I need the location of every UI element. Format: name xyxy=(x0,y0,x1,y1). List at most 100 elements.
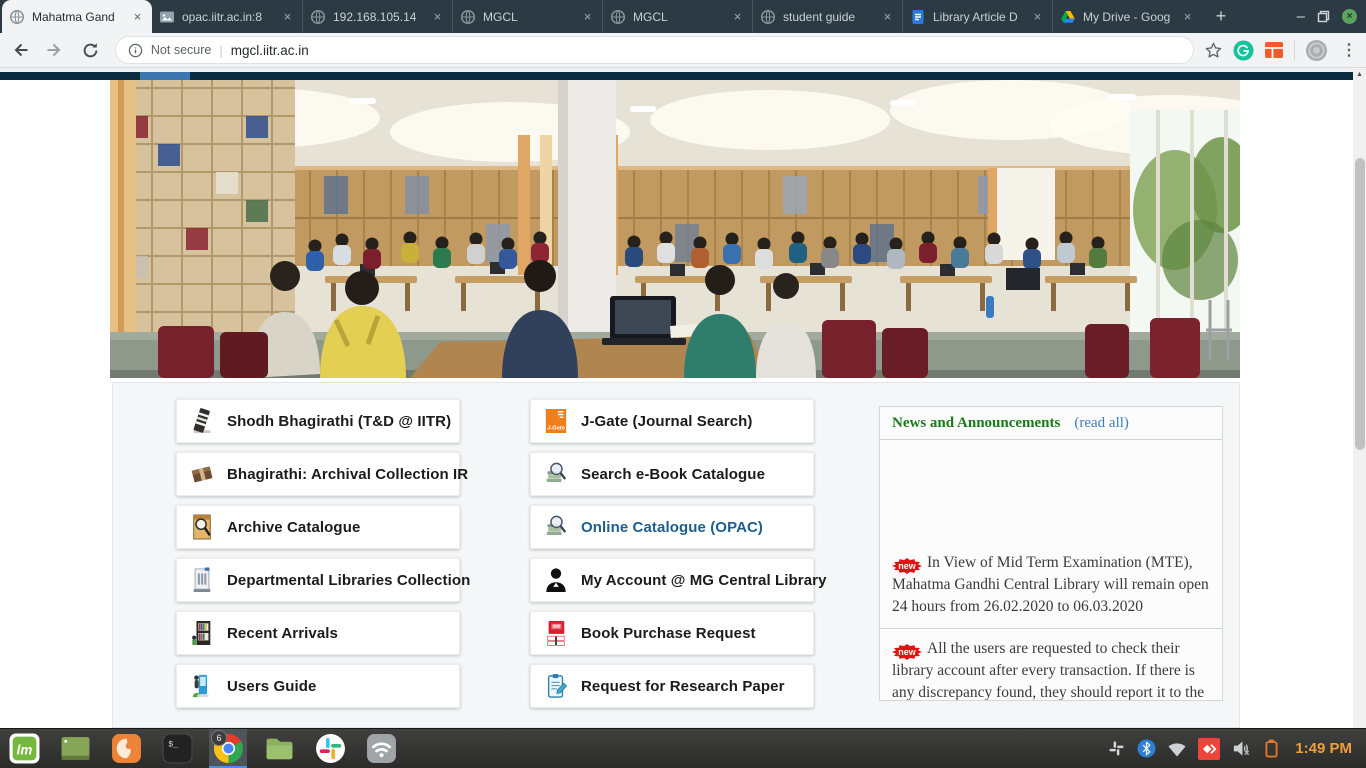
taskbar-slack-button[interactable] xyxy=(311,729,349,768)
back-button[interactable] xyxy=(6,36,35,65)
site-top-bar-accent xyxy=(140,72,190,80)
screen: Mahatma Gand×opac.iitr.ac.in:8×192.168.1… xyxy=(0,0,1366,768)
taskbar-clock[interactable]: 1:49 PM xyxy=(1295,740,1352,757)
close-tab-icon[interactable]: × xyxy=(130,9,145,24)
quick-link-label: Departmental Libraries Collection xyxy=(227,572,470,589)
browser-tab[interactable]: Mahatma Gand× xyxy=(2,0,152,33)
tab-title: Library Article D xyxy=(933,10,1030,24)
quick-link-card[interactable]: Search e-Book Catalogue xyxy=(530,452,814,496)
show-desktop-icon xyxy=(60,733,91,764)
quick-links-left-column: Shodh Bhagirathi (T&D @ IITR) Bhagirathi:… xyxy=(176,399,460,717)
taskbar-network-button[interactable] xyxy=(362,729,400,768)
archive-search-icon xyxy=(190,513,214,541)
quick-link-card[interactable]: Recent Arrivals xyxy=(176,611,460,655)
scrollbar-thumb[interactable] xyxy=(1355,158,1365,450)
tab-title: 192.168.105.14 xyxy=(333,10,430,24)
taskbar-chrome-button[interactable]: 6 xyxy=(209,729,247,768)
minimize-button[interactable]: – xyxy=(1297,12,1305,22)
svg-text:$_: $_ xyxy=(168,739,178,749)
close-tab-icon[interactable]: × xyxy=(580,9,595,24)
browser-tab[interactable]: MGCL× xyxy=(452,0,602,33)
slack-tray-icon[interactable] xyxy=(1107,739,1126,758)
new-badge: new xyxy=(892,644,922,660)
browser-menu-icon[interactable]: ⋮ xyxy=(1338,40,1360,60)
browser-tab[interactable]: My Drive - Goog× xyxy=(1052,0,1202,33)
browser-tab[interactable]: MGCL× xyxy=(602,0,752,33)
read-all-link[interactable]: (read all) xyxy=(1074,415,1129,432)
bluetooth-icon[interactable] xyxy=(1137,739,1156,758)
quick-links-right-column: J-GateJ-Gate (Journal Search) Search e-Bo… xyxy=(530,399,814,717)
mint-menu-icon: lm xyxy=(9,733,40,764)
chrome-tab-count-badge: 6 xyxy=(211,730,227,746)
taskbar-mint-menu-button[interactable]: lm xyxy=(5,729,43,768)
system-tray: 1:49 PM xyxy=(1107,738,1361,760)
window-resizer-extension-icon[interactable] xyxy=(1264,40,1284,60)
address-bar[interactable]: Not secure | mgcl.iitr.ac.in xyxy=(115,36,1194,64)
info-icon[interactable] xyxy=(128,43,143,58)
browser-tab[interactable]: student guide× xyxy=(752,0,902,33)
quick-link-card[interactable]: Users Guide xyxy=(176,664,460,708)
scrollbar[interactable]: ▲ xyxy=(1353,68,1366,728)
tab-title: Mahatma Gand xyxy=(32,10,130,24)
quick-link-label: Request for Research Paper xyxy=(581,678,785,695)
news-list: newIn View of Mid Term Examination (MTE)… xyxy=(880,543,1222,701)
quick-link-card[interactable]: Shodh Bhagirathi (T&D @ IITR) xyxy=(176,399,460,443)
forward-button[interactable] xyxy=(41,36,70,65)
browser-tab[interactable]: 192.168.105.14× xyxy=(302,0,452,33)
quick-link-card[interactable]: Online Catalogue (OPAC) xyxy=(530,505,814,549)
wifi-icon[interactable] xyxy=(1167,739,1187,759)
battery-icon[interactable] xyxy=(1263,738,1280,759)
tab-strip: Mahatma Gand×opac.iitr.ac.in:8×192.168.1… xyxy=(0,0,1202,33)
news-item: newIn View of Mid Term Examination (MTE)… xyxy=(880,543,1222,629)
news-panel: News and Announcements (read all) newIn … xyxy=(879,406,1223,701)
security-label: Not secure xyxy=(151,43,211,57)
library-photo xyxy=(110,80,1240,378)
new-tab-button[interactable]: + xyxy=(1206,2,1236,32)
quick-link-label: My Account @ MG Central Library xyxy=(581,572,827,589)
files-icon xyxy=(264,733,295,764)
quick-link-card[interactable]: Request for Research Paper xyxy=(530,664,814,708)
site-top-bar xyxy=(0,72,1353,80)
ebook-search-icon xyxy=(544,460,568,488)
browser-tab-bar: Mahatma Gand×opac.iitr.ac.in:8×192.168.1… xyxy=(0,0,1366,33)
scrollbar-up-arrow[interactable]: ▲ xyxy=(1353,68,1366,81)
bookshelf-icon xyxy=(190,619,214,647)
quick-link-card[interactable]: My Account @ MG Central Library xyxy=(530,558,814,602)
quick-link-label: Search e-Book Catalogue xyxy=(581,466,765,483)
close-tab-icon[interactable]: × xyxy=(730,9,745,24)
quick-link-label: Archive Catalogue xyxy=(227,519,360,536)
close-window-button[interactable]: × xyxy=(1342,9,1357,24)
browser-tab[interactable]: opac.iitr.ac.in:8× xyxy=(152,0,302,33)
taskbar-firefox-button[interactable] xyxy=(107,729,145,768)
close-tab-icon[interactable]: × xyxy=(1030,9,1045,24)
restore-button[interactable] xyxy=(1317,10,1330,23)
reload-button[interactable] xyxy=(76,36,105,65)
close-tab-icon[interactable]: × xyxy=(280,9,295,24)
close-tab-icon[interactable]: × xyxy=(880,9,895,24)
quick-link-card[interactable]: Departmental Libraries Collection xyxy=(176,558,460,602)
news-spacer xyxy=(880,440,1222,543)
content-panel: Shodh Bhagirathi (T&D @ IITR) Bhagirathi:… xyxy=(112,382,1240,728)
globe-favicon xyxy=(460,9,476,25)
taskbar-show-desktop-button[interactable] xyxy=(56,729,94,768)
close-tab-icon[interactable]: × xyxy=(430,9,445,24)
red-book-icon xyxy=(544,619,568,647)
quick-link-card[interactable]: J-GateJ-Gate (Journal Search) xyxy=(530,399,814,443)
thesis-books-icon xyxy=(190,407,214,435)
drive-favicon xyxy=(1060,9,1076,25)
profile-avatar[interactable] xyxy=(1305,39,1328,62)
browser-tab[interactable]: Library Article D× xyxy=(902,0,1052,33)
close-tab-icon[interactable]: × xyxy=(1180,9,1195,24)
tab-title: My Drive - Goog xyxy=(1083,10,1180,24)
quick-link-card[interactable]: Archive Catalogue xyxy=(176,505,460,549)
quick-link-card[interactable]: Bhagirathi: Archival Collection IR xyxy=(176,452,460,496)
taskbar-terminal-button[interactable]: $_ xyxy=(158,729,196,768)
quick-link-card[interactable]: Book Purchase Request xyxy=(530,611,814,655)
bookmark-star-icon[interactable] xyxy=(1204,41,1223,60)
terminal-icon: $_ xyxy=(162,733,193,764)
grammarly-extension-icon[interactable] xyxy=(1233,40,1254,61)
globe-favicon xyxy=(9,9,25,25)
volume-muted-icon[interactable] xyxy=(1231,738,1252,759)
taskbar-files-button[interactable] xyxy=(260,729,298,768)
anydesk-icon[interactable] xyxy=(1198,738,1220,760)
